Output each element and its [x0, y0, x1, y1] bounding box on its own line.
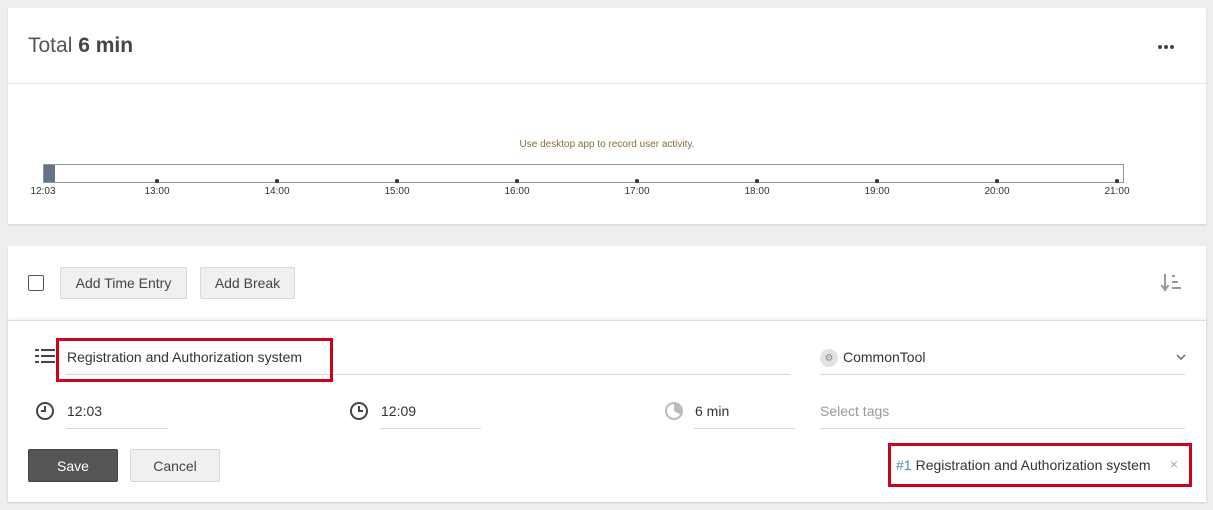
timeline-tick: 15:00	[367, 179, 427, 197]
end-time-input[interactable]: 12:09	[381, 403, 416, 419]
summary-header: Total 6 min	[8, 8, 1206, 84]
time-entries-card: Add Time Entry Add Break Registration an…	[8, 246, 1206, 502]
summary-card: Total 6 min Use desktop app to record us…	[8, 8, 1206, 224]
task-highlight-box	[56, 338, 333, 382]
clock-icon	[350, 402, 368, 420]
clock-icon	[36, 402, 54, 420]
desktop-app-hint: Use desktop app to record user activity.	[519, 139, 695, 150]
select-all-checkbox[interactable]	[28, 275, 44, 291]
duration-input[interactable]: 6 min	[695, 403, 729, 419]
add-time-entry-button[interactable]: Add Time Entry	[60, 267, 187, 299]
tag-highlight-box	[888, 443, 1192, 487]
timeline-tick: 16:00	[487, 179, 547, 197]
sort-descending-icon[interactable]	[1160, 271, 1184, 295]
tags-select[interactable]: Select tags	[820, 403, 889, 419]
timeline-tick: 18:00	[727, 179, 787, 197]
timeline-tick: 14:00	[247, 179, 307, 197]
cancel-button[interactable]: Cancel	[130, 449, 220, 482]
total-title: Total 6 min	[28, 34, 133, 58]
timeline-tick: 19:00	[847, 179, 907, 197]
timeline-tick: 13:00	[127, 179, 187, 197]
start-time-input[interactable]: 12:03	[67, 403, 102, 419]
total-label: Total	[28, 34, 73, 57]
task-list-icon	[35, 349, 55, 363]
add-break-button[interactable]: Add Break	[200, 267, 295, 299]
timeline-tick: 21:00	[1087, 179, 1147, 197]
timeline-tick: 12:03	[30, 186, 56, 197]
project-underline	[820, 347, 1185, 375]
timeline-tick: 20:00	[967, 179, 1027, 197]
total-value: 6 min	[78, 34, 134, 57]
edit-entry-form: Registration and Authorization system ⚙ …	[8, 320, 1206, 502]
more-horizontal-icon[interactable]	[1158, 36, 1180, 52]
save-button[interactable]: Save	[28, 449, 118, 482]
activity-timeline	[43, 164, 1124, 183]
timeline-tick: 17:00	[607, 179, 667, 197]
duration-timer-icon	[665, 402, 683, 420]
